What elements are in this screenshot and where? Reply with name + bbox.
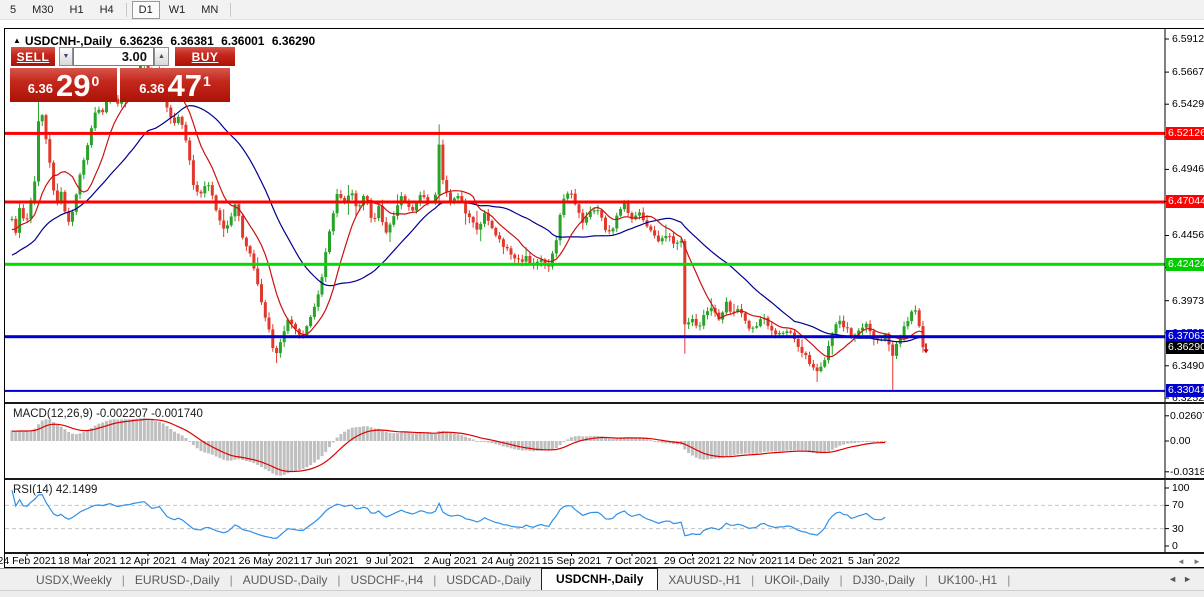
volume-decrease-button[interactable]: ▼ [59, 47, 73, 66]
chart-tab-uk100h1[interactable]: UK100-,H1 [928, 570, 1007, 590]
macd-axis-tick: 0.00 [1170, 435, 1191, 447]
chart-tab-eurusddaily[interactable]: EURUSD-,Daily [125, 570, 230, 590]
date-axis-label: 7 Oct 2021 [606, 555, 658, 567]
tab-scroll-arrows[interactable]: ◄► [1168, 574, 1198, 584]
timeframe-button-d1[interactable]: D1 [131, 0, 160, 19]
buy-button[interactable]: BUY [175, 47, 235, 66]
chart-scroll-right-icon[interactable]: ► [1193, 557, 1201, 566]
sell-price-main: 29 [56, 68, 91, 103]
sell-button[interactable]: SELL [11, 47, 55, 66]
chart-tab-usdxweekly[interactable]: USDX,Weekly [26, 570, 122, 590]
tab-scroll-left-icon[interactable]: ◄ [1168, 574, 1183, 584]
timeframe-button-h4[interactable]: H4 [93, 1, 121, 19]
toolbar-separator [230, 2, 232, 17]
one-click-trading-widget: SELL ▼ ▲ BUY 6.36 29 0 6.36 47 1 [10, 46, 236, 102]
rsi-name: RSI(14) [13, 484, 53, 496]
price-axis-tick: 6.56670 [1172, 66, 1204, 79]
date-axis-label: 24 Aug 2021 [481, 555, 541, 567]
macd-name: MACD(12,26,9) [13, 408, 93, 420]
volume-increase-button[interactable]: ▲ [154, 47, 169, 66]
price-axis-tick: 6.54290 [1172, 98, 1204, 111]
date-axis-label: 12 Apr 2021 [119, 555, 177, 567]
rsi-axis-tick: 100 [1172, 482, 1190, 494]
date-axis-label: 26 May 2021 [238, 555, 300, 567]
rsi-axis-tick: 30 [1172, 522, 1184, 535]
chevron-up-icon: ▲ [158, 53, 165, 60]
buy-price-sup: 1 [203, 73, 211, 89]
price-level-badge: 6.52126 [1166, 126, 1204, 140]
price-level-badge: 6.47044 [1166, 195, 1204, 209]
buy-price-button[interactable]: 6.36 47 1 [120, 68, 230, 102]
timeframe-button-h1[interactable]: H1 [63, 1, 91, 19]
macd-label: MACD(12,26,9) -0.002207 -0.001740 [13, 408, 203, 420]
date-axis-label: 5 Jan 2022 [848, 555, 900, 567]
date-axis-label: 18 Mar 2021 [58, 555, 117, 567]
chart-tab-xauusdh1[interactable]: XAUUSD-,H1 [658, 570, 751, 590]
price-axis-tick: 6.44560 [1172, 229, 1204, 242]
date-axis-label: 15 Sep 2021 [541, 555, 602, 567]
sell-price-prefix: 6.36 [27, 81, 54, 96]
price-level-badge: 6.33041 [1166, 384, 1204, 398]
chart-tab-usdcnhdaily[interactable]: USDCNH-,Daily [541, 568, 659, 590]
timeframe-button-5[interactable]: 5 [3, 1, 23, 19]
macd-axis-tick: 0.02607 [1170, 409, 1204, 422]
macd-axis-tick: -0.03187 [1170, 465, 1204, 478]
date-axis-label: 17 Jun 2021 [300, 555, 359, 567]
rsi-value: 42.1499 [55, 484, 98, 496]
date-axis-label: 14 Dec 2021 [783, 555, 844, 567]
sell-price-button[interactable]: 6.36 29 0 [10, 68, 117, 102]
current-price-badge: 6.36290 [1166, 340, 1204, 354]
tab-separator: | [1007, 573, 1011, 587]
chart-scroll-left-icon[interactable]: ◄ [1177, 557, 1185, 566]
timeframe-button-mn[interactable]: MN [194, 1, 225, 19]
volume-input[interactable] [73, 47, 154, 66]
price-axis-tick: 6.34900 [1172, 359, 1204, 372]
tab-scroll-right-icon[interactable]: ► [1183, 574, 1198, 584]
toolbar-separator [125, 2, 127, 17]
date-axis-label: 4 May 2021 [181, 555, 236, 567]
date-axis-label: 9 Jul 2021 [365, 555, 415, 567]
timeframe-button-w1[interactable]: W1 [162, 1, 193, 19]
chart-tab-dj30daily[interactable]: DJ30-,Daily [843, 570, 925, 590]
price-axis-tick: 6.39730 [1172, 294, 1204, 307]
date-axis-label: 29 Oct 2021 [663, 555, 722, 567]
date-axis-label: 2 Aug 2021 [423, 555, 478, 567]
timeframe-toolbar: 5 M30 H1 H4 D1 W1 MN [0, 0, 1204, 20]
price-level-badge: 6.42424 [1166, 257, 1204, 271]
chart-tab-audusddaily[interactable]: AUDUSD-,Daily [233, 570, 338, 590]
collapse-arrow-icon[interactable]: ▲ [13, 36, 21, 45]
timeframe-button-m30[interactable]: M30 [25, 1, 60, 19]
buy-price-prefix: 6.36 [139, 81, 165, 96]
rsi-label: RSI(14) 42.1499 [13, 484, 97, 496]
date-axis-label: 22 Nov 2021 [723, 555, 783, 567]
chart-tab-ukoildaily[interactable]: UKOil-,Daily [754, 570, 839, 590]
price-axis-tick: 6.49460 [1172, 163, 1204, 176]
panel-divider[interactable] [5, 478, 1204, 480]
chart-tab-usdcaddaily[interactable]: USDCAD-,Daily [436, 570, 541, 590]
rsi-axis-tick: 0 [1172, 540, 1178, 552]
chart-tab-usdchfh4[interactable]: USDCHF-,H4 [341, 570, 434, 590]
chart-tabbar: USDX,Weekly | EURUSD-,Daily | AUDUSD-,Daily |… [0, 568, 1204, 590]
sell-price-sup: 0 [91, 73, 100, 89]
price-axis-tick: 6.59120 [1172, 33, 1204, 45]
chevron-down-icon: ▼ [62, 53, 70, 60]
ohlc-close: 6.36290 [271, 34, 316, 48]
price-chart-canvas[interactable] [5, 29, 1204, 567]
panel-divider [5, 552, 1204, 554]
macd-values: -0.002207 -0.001740 [96, 408, 203, 420]
rsi-axis-tick: 70 [1172, 499, 1184, 512]
buy-price-main: 47 [167, 68, 202, 103]
chart-window: ▲ USDCNH-,Daily 6.36236 6.36381 6.36001 6… [0, 28, 1204, 568]
panel-divider[interactable] [5, 402, 1204, 404]
